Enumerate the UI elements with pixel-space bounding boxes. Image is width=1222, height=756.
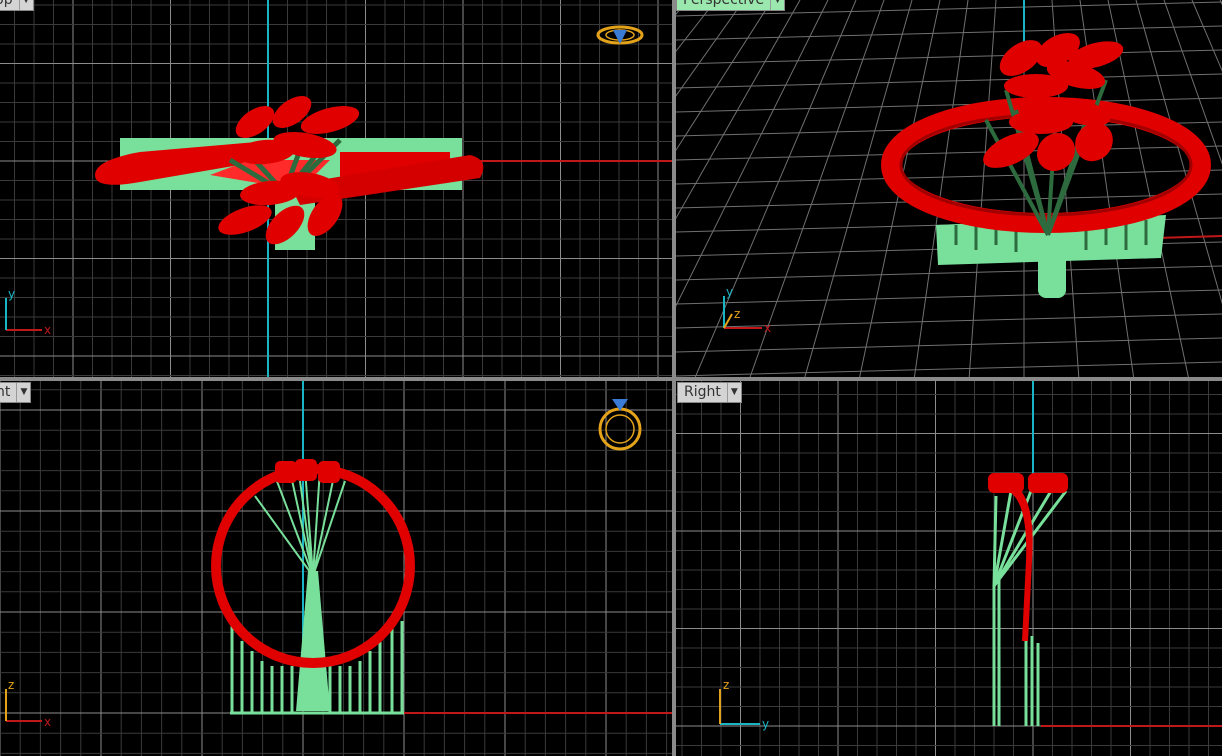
grid-line [676, 0, 689, 15]
axis-indicator: x y z [723, 285, 771, 335]
viewport-perspective[interactable]: x y z [676, 0, 1222, 377]
viewport-perspective-canvas: x y z [676, 0, 1222, 377]
ring-band [1011, 486, 1033, 641]
chevron-down-icon[interactable]: ▼ [726, 383, 741, 402]
viewport-divider-horizontal[interactable] [0, 377, 1222, 381]
grid-line [676, 169, 1222, 185]
viewport-front-canvas: x z [0, 381, 672, 756]
grid-line [694, 0, 857, 377]
viewport-right-canvas: y z [676, 381, 1222, 756]
grid-line [676, 73, 1222, 89]
viewport-tab-right[interactable]: Right ▼ [677, 382, 742, 403]
grid-line [676, 0, 717, 52]
grid-line [676, 0, 829, 307]
viewport-tab-label: Perspective [683, 0, 765, 8]
grid-line [676, 49, 1222, 65]
grid-line [676, 313, 1222, 329]
viewport-top-canvas: x y [0, 0, 672, 377]
axis-v-label: y [8, 287, 15, 301]
grid-line [676, 337, 1222, 353]
perspective-grid [676, 0, 1222, 377]
axis-h-label: x [764, 321, 771, 335]
grid-line [676, 25, 1222, 41]
grid-line [676, 289, 1222, 305]
grid [676, 381, 1222, 756]
ring-view-cube-icon[interactable] [596, 25, 644, 45]
viewport-tab-perspective[interactable]: Perspective ▼ [676, 0, 786, 11]
chevron-down-icon[interactable]: ▼ [770, 0, 784, 10]
chevron-down-icon[interactable]: ▼ [16, 383, 30, 402]
viewport-tab-label: Front [0, 384, 11, 400]
axis-v-label: z [723, 678, 729, 692]
leaves [275, 459, 340, 483]
viewport-tab-front[interactable]: Front ▼ [0, 382, 32, 403]
viewport-tab-label: Top [0, 0, 13, 8]
axis-h-label: y [762, 717, 769, 731]
viewport-top[interactable]: x y [0, 0, 672, 377]
viewport-front[interactable]: x z [0, 381, 672, 756]
viewport-tab-top[interactable]: Top ▼ [0, 0, 34, 11]
grid [0, 381, 672, 756]
axis-v-label: y [726, 285, 733, 299]
axis-indicator: y z [719, 678, 769, 731]
axis-v-label: z [8, 678, 14, 692]
viewport-right[interactable]: y z [676, 381, 1222, 756]
axis-z-label: z [734, 307, 740, 321]
axis-h-label: x [44, 323, 51, 337]
axis-indicator: x z [5, 678, 51, 729]
axis-h-label: x [44, 715, 51, 729]
axis-indicator: x y [5, 287, 51, 337]
leaves [988, 473, 1068, 493]
x-axis-line [1155, 235, 1222, 239]
grid-line [676, 145, 1222, 161]
grid-line [676, 361, 1222, 377]
chevron-down-icon[interactable]: ▼ [18, 0, 33, 10]
viewport-tab-label: Right [684, 384, 721, 400]
grid-line [676, 265, 1222, 281]
